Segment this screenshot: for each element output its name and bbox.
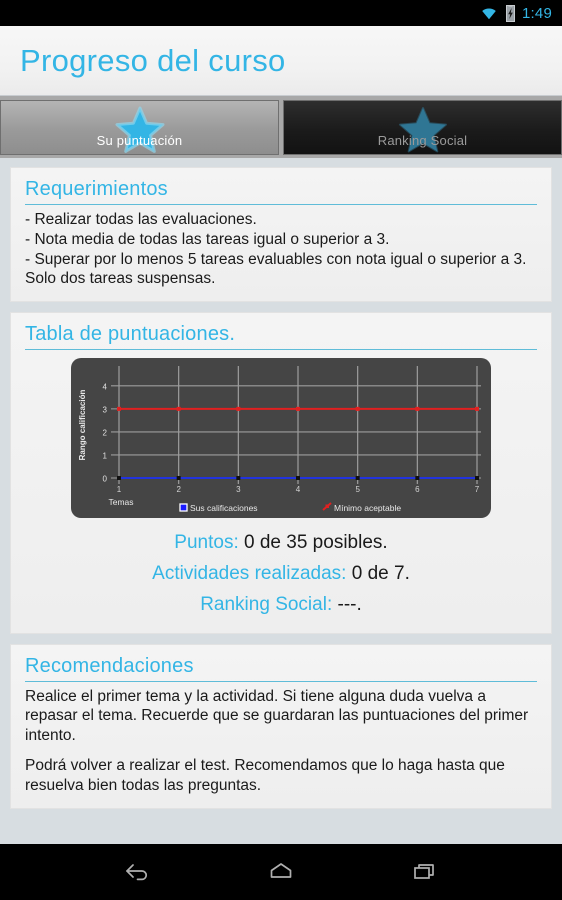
- svg-text:6: 6: [415, 485, 420, 494]
- status-clock: 1:49: [522, 4, 552, 22]
- tab-label: Ranking Social: [377, 133, 468, 148]
- status-bar: 1:49: [0, 0, 562, 26]
- requirements-heading: Requerimientos: [25, 178, 537, 205]
- scores-heading: Tabla de puntuaciones.: [25, 323, 537, 351]
- stat-label: Ranking Social:: [200, 593, 333, 615]
- stat-label: Puntos:: [174, 532, 239, 554]
- svg-text:Rango calificación: Rango calificación: [78, 390, 87, 461]
- stat-value: 0 de 35 posibles.: [244, 532, 388, 554]
- page-title: Progreso del curso: [20, 42, 286, 78]
- battery-charging-icon: [505, 4, 516, 22]
- svg-text:5: 5: [355, 485, 360, 494]
- stats-block: Puntos: 0 de 35 posibles. Actividades re…: [25, 528, 537, 620]
- svg-text:Temas: Temas: [108, 497, 133, 507]
- wifi-icon: [479, 5, 499, 21]
- svg-text:Sus calificaciones: Sus calificaciones: [190, 503, 258, 513]
- recommendations-paragraph-1: Realice el primer tema y la actividad. S…: [25, 687, 529, 745]
- requirements-card: Requerimientos - Realizar todas las eval…: [10, 167, 552, 303]
- back-icon[interactable]: [113, 852, 161, 892]
- svg-text:3: 3: [236, 485, 241, 494]
- recommendations-paragraph-2: Podrá volver a realizar el test. Recomen…: [25, 757, 505, 794]
- stat-row: Puntos: 0 de 35 posibles.: [25, 528, 537, 559]
- svg-text:1: 1: [103, 452, 108, 461]
- svg-text:2: 2: [103, 429, 108, 438]
- stat-row: Actividades realizadas: 0 de 7.: [25, 559, 537, 590]
- stat-value: 0 de 7.: [351, 563, 410, 585]
- svg-text:4: 4: [296, 485, 301, 494]
- tab-ranking-social[interactable]: Ranking Social: [283, 100, 562, 155]
- stat-value: ---.: [337, 593, 362, 615]
- requirements-body: - Realizar todas las evaluaciones. - Not…: [25, 211, 527, 288]
- tab-su-puntuacion[interactable]: Su puntuación: [0, 100, 279, 155]
- content-area: Requerimientos - Realizar todas las eval…: [0, 158, 562, 844]
- svg-text:7: 7: [475, 485, 480, 494]
- recents-icon[interactable]: [401, 852, 449, 892]
- svg-text:Mínimo aceptable: Mínimo aceptable: [334, 503, 401, 513]
- recommendations-card: Recomendaciones Realice el primer tema y…: [10, 643, 552, 809]
- svg-text:3: 3: [103, 406, 108, 415]
- tab-label: Su puntuación: [96, 133, 183, 148]
- stat-label: Actividades realizadas:: [152, 563, 347, 585]
- svg-text:1: 1: [117, 485, 122, 494]
- svg-text:2: 2: [176, 485, 181, 494]
- android-nav-bar: [0, 844, 562, 900]
- recommendations-heading: Recomendaciones: [25, 655, 537, 682]
- chart-container: 0 1 2 3 4 1 2 3 4 5 6 7 Rango calificación Temas Sus c…: [25, 358, 537, 519]
- action-bar: Progreso del curso: [0, 26, 562, 96]
- svg-text:4: 4: [103, 383, 108, 392]
- scores-card: Tabla de puntuaciones. 0 1 2 3 4 1 2 3 4 5 6 7 Rango…: [10, 312, 552, 634]
- tab-bar: Su puntuación Ranking Social: [0, 96, 562, 158]
- svg-text:0: 0: [103, 475, 108, 484]
- scores-chart: 0 1 2 3 4 1 2 3 4 5 6 7 Rango calificación Temas Sus c…: [71, 358, 491, 519]
- chart-svg: 012341 2 3 4 5 6 7Rango calificaciónTemasSus c…: [78, 366, 481, 513]
- stat-row: Ranking Social: ---.: [25, 590, 537, 621]
- device-screen: 1:49 Progreso del curso Su puntuación Ra…: [0, 0, 562, 900]
- home-icon[interactable]: [257, 852, 305, 892]
